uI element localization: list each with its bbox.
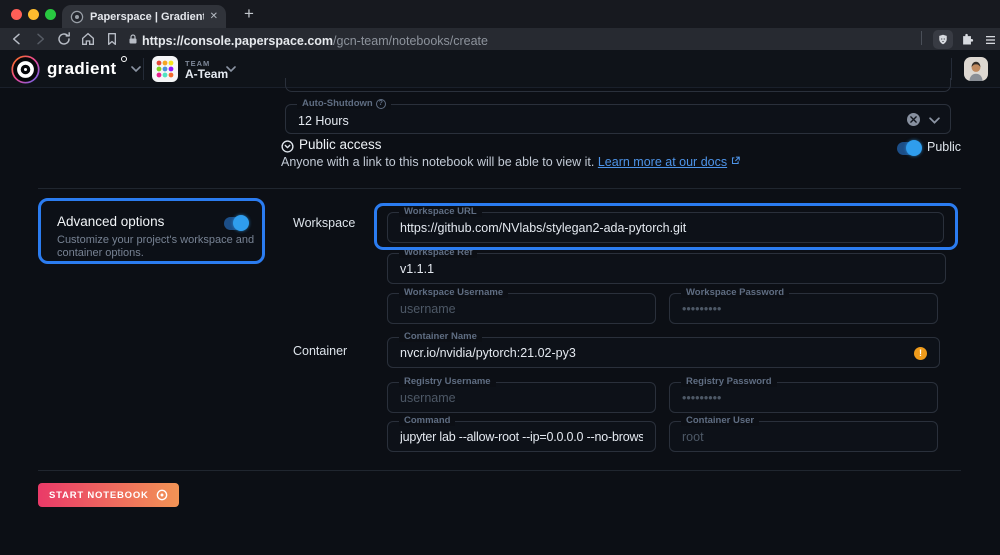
warning-icon: ! <box>914 347 927 360</box>
start-notebook-icon <box>156 489 168 501</box>
container-section-label: Container <box>293 344 347 358</box>
registry-password-input[interactable] <box>670 383 937 412</box>
registry-username-field[interactable]: Registry Username <box>387 382 656 413</box>
public-access-title: Public access <box>299 137 382 152</box>
toggle-knob <box>906 140 922 156</box>
reload-icon[interactable] <box>56 31 72 47</box>
bookmark-icon[interactable] <box>104 31 120 47</box>
mac-minimize-button[interactable] <box>28 9 39 20</box>
extensions-puzzle-icon[interactable] <box>960 32 975 47</box>
browser-window: Paperspace | Gradient Noteboo ✕ + https:… <box>0 0 1000 555</box>
workspace-password-input[interactable] <box>670 294 937 323</box>
public-access-description: Anyone with a link to this notebook will… <box>281 155 740 169</box>
registry-username-input[interactable] <box>388 383 655 412</box>
advanced-options-toggle[interactable] <box>224 217 248 230</box>
public-toggle[interactable] <box>897 142 921 155</box>
team-name[interactable]: A-Team <box>185 67 228 81</box>
forward-icon[interactable] <box>32 31 48 47</box>
visibility-icon <box>281 140 294 153</box>
workspace-section-label: Workspace <box>293 216 355 230</box>
team-avatar[interactable] <box>152 56 178 82</box>
registry-password-field[interactable]: Registry Password <box>669 382 938 413</box>
command-input[interactable] <box>388 422 655 451</box>
advanced-options-card: Advanced options Customize your project'… <box>38 198 265 264</box>
start-notebook-button[interactable]: START NOTEBOOK <box>38 483 179 507</box>
gradient-logo[interactable] <box>11 55 40 84</box>
chevron-down-icon[interactable] <box>131 66 141 73</box>
header-divider <box>951 58 952 80</box>
url-domain: https://console.paperspace.com <box>142 34 333 48</box>
advanced-options-description: Customize your project's workspace and c… <box>57 234 257 260</box>
workspace-url-field[interactable]: Workspace URL <box>387 212 944 243</box>
new-tab-button[interactable]: + <box>238 3 260 25</box>
mac-maximize-button[interactable] <box>45 9 56 20</box>
header-divider <box>143 58 144 80</box>
workspace-ref-input[interactable] <box>388 254 945 283</box>
start-notebook-label: START NOTEBOOK <box>49 490 149 501</box>
command-field[interactable]: Command <box>387 421 656 452</box>
mac-close-button[interactable] <box>11 9 22 20</box>
tab-title: Paperspace | Gradient Noteboo <box>90 11 204 23</box>
gradient-wordmark[interactable]: gradient <box>47 59 116 79</box>
home-icon[interactable] <box>80 31 96 47</box>
public-toggle-label: Public <box>927 140 961 154</box>
auto-shutdown-select[interactable]: Auto-Shutdown ? 12 Hours <box>285 104 951 134</box>
wordmark-superscript-ring <box>121 56 127 62</box>
partial-field-above <box>285 78 951 92</box>
tab-strip: Paperspace | Gradient Noteboo ✕ + <box>0 0 1000 28</box>
container-name-field[interactable]: Container Name ! <box>387 337 940 368</box>
menu-icon[interactable] <box>984 34 997 46</box>
address-bar[interactable]: https://console.paperspace.com/gcn-team/… <box>142 34 488 48</box>
docs-link[interactable]: Learn more at our docs <box>598 155 727 169</box>
shield-icon[interactable] <box>933 30 953 49</box>
container-user-field[interactable]: Container User <box>669 421 938 452</box>
footer-divider <box>38 470 961 471</box>
chevron-down-icon[interactable] <box>226 66 236 73</box>
tab-close-icon[interactable]: ✕ <box>210 11 218 22</box>
url-path: /gcn-team/notebooks/create <box>333 34 488 48</box>
section-divider <box>38 188 961 189</box>
workspace-username-input[interactable] <box>388 294 655 323</box>
back-icon[interactable] <box>9 31 25 47</box>
browser-tab[interactable]: Paperspace | Gradient Noteboo ✕ <box>62 5 226 28</box>
auto-shutdown-value: 12 Hours <box>286 105 950 133</box>
container-name-input[interactable] <box>388 338 939 367</box>
user-avatar[interactable] <box>964 57 988 81</box>
clear-icon[interactable] <box>907 113 920 126</box>
lock-icon[interactable] <box>127 33 139 46</box>
toggle-knob <box>233 215 249 231</box>
container-user-input[interactable] <box>670 422 937 451</box>
workspace-username-field[interactable]: Workspace Username <box>387 293 656 324</box>
toolbar-divider <box>921 31 922 45</box>
advanced-options-title: Advanced options <box>57 214 164 229</box>
external-link-icon <box>731 156 740 165</box>
workspace-password-field[interactable]: Workspace Password <box>669 293 938 324</box>
chevron-down-icon[interactable] <box>929 117 940 125</box>
workspace-url-input[interactable] <box>388 213 943 242</box>
paperspace-favicon <box>70 10 84 24</box>
workspace-ref-field[interactable]: Workspace Ref <box>387 253 946 284</box>
